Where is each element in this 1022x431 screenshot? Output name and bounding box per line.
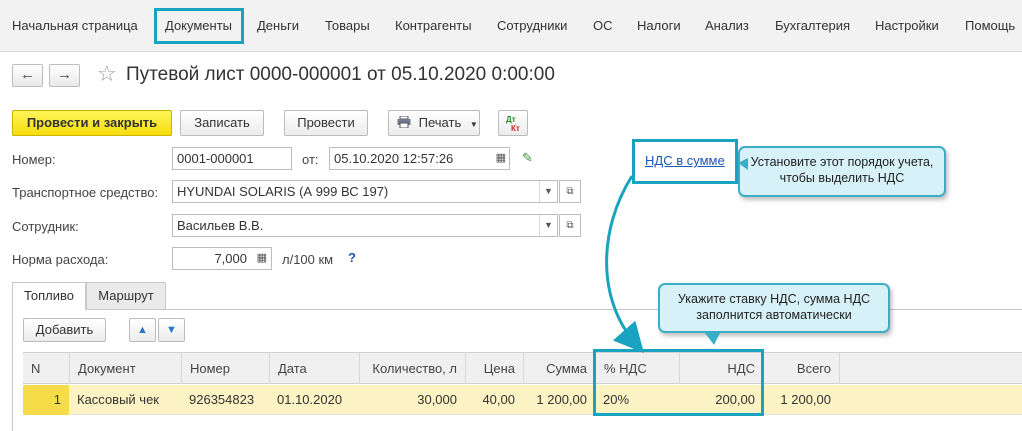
callout-vat-rate: Укажите ставку НДС, сумма НДС заполнится… <box>658 283 890 333</box>
tab-route[interactable]: Маршрут <box>86 282 166 309</box>
documents-highlight-frame <box>154 8 244 44</box>
post-button[interactable]: Провести <box>284 110 368 136</box>
dt-kt-postings-button[interactable]: Дт Кт <box>498 110 528 136</box>
menu-item-employees[interactable]: Сотрудники <box>497 18 567 33</box>
menu-item-settings[interactable]: Настройки <box>875 18 939 33</box>
open-vehicle-icon[interactable]: ⧉ <box>559 180 581 203</box>
cell-total[interactable]: 1 200,00 <box>763 385 839 415</box>
printer-icon <box>397 115 411 129</box>
print-button[interactable]: Печать ▼ <box>388 110 480 136</box>
cell-number[interactable]: 926354823 <box>181 385 269 415</box>
menu-item-home[interactable]: Начальная страница <box>12 18 138 33</box>
calendar-icon[interactable]: ▦ <box>496 148 506 169</box>
column-header-n[interactable]: N <box>23 353 69 384</box>
column-header-number[interactable]: Номер <box>181 353 269 384</box>
date-field[interactable]: 05.10.2020 12:57:26 ▦ <box>329 147 510 170</box>
cell-sum[interactable]: 1 200,00 <box>523 385 595 415</box>
calculator-icon[interactable]: ▦ <box>257 248 267 269</box>
vat-link-highlight-frame <box>632 139 738 184</box>
consumption-rate-field[interactable]: 7,000 ▦ <box>172 247 272 270</box>
print-button-label: Печать <box>418 115 462 130</box>
employee-field[interactable]: Васильев В.В. ▼ <box>172 214 558 237</box>
vehicle-field[interactable]: HYUNDAI SOLARIS (А 999 ВС 197) ▼ <box>172 180 558 203</box>
date-value: 05.10.2020 12:57:26 <box>334 151 454 166</box>
forward-button[interactable]: → <box>49 64 80 87</box>
help-icon[interactable]: ? <box>348 250 356 265</box>
page-title: Путевой лист 0000-000001 от 05.10.2020 0… <box>126 64 555 85</box>
add-row-button[interactable]: Добавить <box>23 318 106 342</box>
menu-item-counterparties[interactable]: Контрагенты <box>395 18 472 33</box>
column-header-price[interactable]: Цена <box>465 353 523 384</box>
column-header-total[interactable]: Всего <box>763 353 839 384</box>
cell-document[interactable]: Кассовый чек <box>69 385 181 415</box>
cell-quantity[interactable]: 30,000 <box>359 385 465 415</box>
menu-item-help[interactable]: Помощь <box>965 18 1015 33</box>
cell-date[interactable]: 01.10.2020 <box>269 385 359 415</box>
menu-item-goods[interactable]: Товары <box>325 18 370 33</box>
document-status-icon: ✎ <box>522 150 533 165</box>
column-header-quantity[interactable]: Количество, л <box>359 353 465 384</box>
menu-item-analysis[interactable]: Анализ <box>705 18 749 33</box>
move-up-icon[interactable]: ▲ <box>129 318 156 342</box>
menu-item-accounting[interactable]: Бухгалтерия <box>775 18 850 33</box>
save-button[interactable]: Записать <box>180 110 264 136</box>
tab-fuel[interactable]: Топливо <box>12 282 86 310</box>
post-and-close-button[interactable]: Провести и закрыть <box>12 110 172 136</box>
consumption-rate-unit: л/100 км <box>282 252 334 267</box>
table-row[interactable]: 1 Кассовый чек 926354823 01.10.2020 30,0… <box>23 385 1022 415</box>
top-menu: Начальная страница Документы Деньги Това… <box>0 0 1022 52</box>
cell-n[interactable]: 1 <box>23 385 69 415</box>
column-header-date[interactable]: Дата <box>269 353 359 384</box>
employee-value: Васильев В.В. <box>177 218 264 233</box>
vehicle-label: Транспортное средство: <box>12 185 159 200</box>
menu-item-taxes[interactable]: Налоги <box>637 18 681 33</box>
move-down-icon[interactable]: ▼ <box>158 318 185 342</box>
consumption-rate-label: Норма расхода: <box>12 252 109 267</box>
cell-price[interactable]: 40,00 <box>465 385 523 415</box>
number-label: Номер: <box>12 152 56 167</box>
open-employee-icon[interactable]: ⧉ <box>559 214 581 237</box>
column-header-document[interactable]: Документ <box>69 353 181 384</box>
number-field[interactable]: 0001-000001 <box>172 147 292 170</box>
vat-columns-highlight-frame <box>593 349 764 416</box>
employee-label: Сотрудник: <box>12 219 79 234</box>
dt-label: Дт <box>506 115 516 124</box>
column-header-empty <box>839 353 1022 384</box>
back-button[interactable]: ← <box>12 64 43 87</box>
column-header-sum[interactable]: Сумма <box>523 353 595 384</box>
callout-vat-mode: Установите этот порядок учета, чтобы выд… <box>738 146 946 197</box>
kt-label: Кт <box>511 124 520 133</box>
chevron-down-icon[interactable]: ▼ <box>539 181 557 202</box>
consumption-rate-value: 7,000 <box>214 251 247 266</box>
menu-item-money[interactable]: Деньги <box>257 18 299 33</box>
favorite-star-icon[interactable]: ☆ <box>97 62 117 86</box>
chevron-down-icon[interactable]: ▼ <box>539 215 557 236</box>
vehicle-value: HYUNDAI SOLARIS (А 999 ВС 197) <box>177 184 389 199</box>
menu-item-fixed-assets[interactable]: ОС <box>593 18 613 33</box>
date-label: от: <box>302 152 319 167</box>
chevron-down-icon: ▼ <box>469 120 478 129</box>
table-header: N Документ Номер Дата Количество, л Цена… <box>23 352 1022 384</box>
